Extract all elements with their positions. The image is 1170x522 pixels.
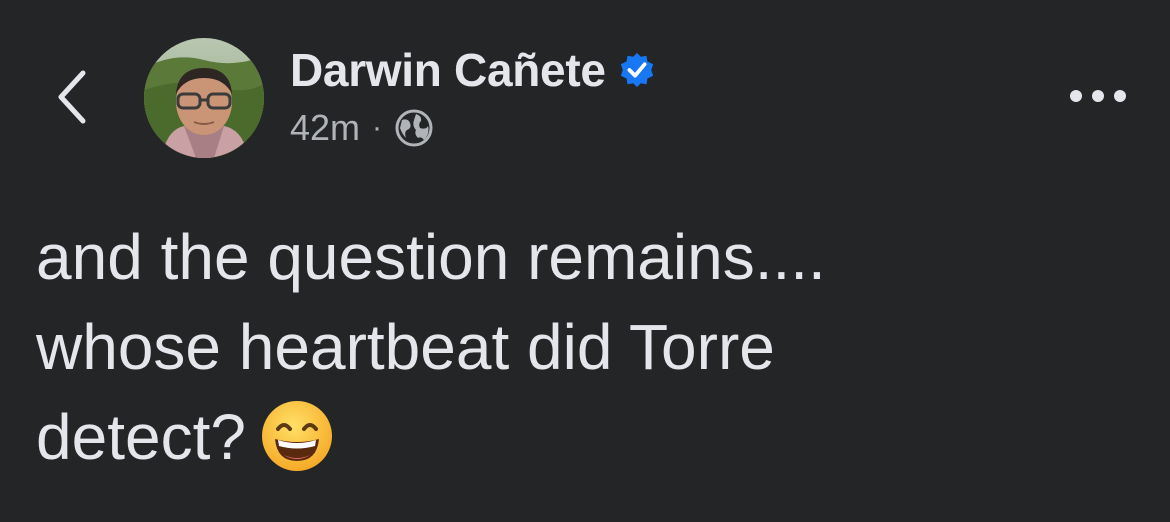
post-text-line: whose heartbeat did Torre	[36, 311, 775, 383]
post-text-line: and the question remains....	[36, 221, 826, 293]
profile-photo	[144, 38, 264, 158]
avatar[interactable]	[144, 38, 264, 158]
post-text-line: detect?	[36, 401, 246, 473]
author-name-text: Darwin Cañete	[290, 44, 606, 96]
grinning-face-with-smiling-eyes-emoji	[261, 401, 332, 471]
ellipsis-icon	[1070, 90, 1126, 102]
post-screen: Darwin Cañete 42m · and the question rem…	[0, 0, 1170, 522]
back-button[interactable]	[44, 62, 100, 132]
chevron-left-icon	[58, 70, 86, 124]
globe-icon[interactable]	[394, 108, 434, 148]
post-text: and the question remains.... whose heart…	[36, 212, 1136, 482]
more-options-button[interactable]	[1062, 74, 1134, 118]
post-text-line-with-emoji: detect?	[36, 392, 1136, 482]
meta-separator: ·	[372, 111, 383, 144]
post-meta: 42m ·	[290, 104, 434, 152]
verified-badge-icon	[620, 52, 653, 88]
post-timestamp[interactable]: 42m	[290, 107, 360, 149]
author-name[interactable]: Darwin Cañete	[290, 40, 656, 100]
